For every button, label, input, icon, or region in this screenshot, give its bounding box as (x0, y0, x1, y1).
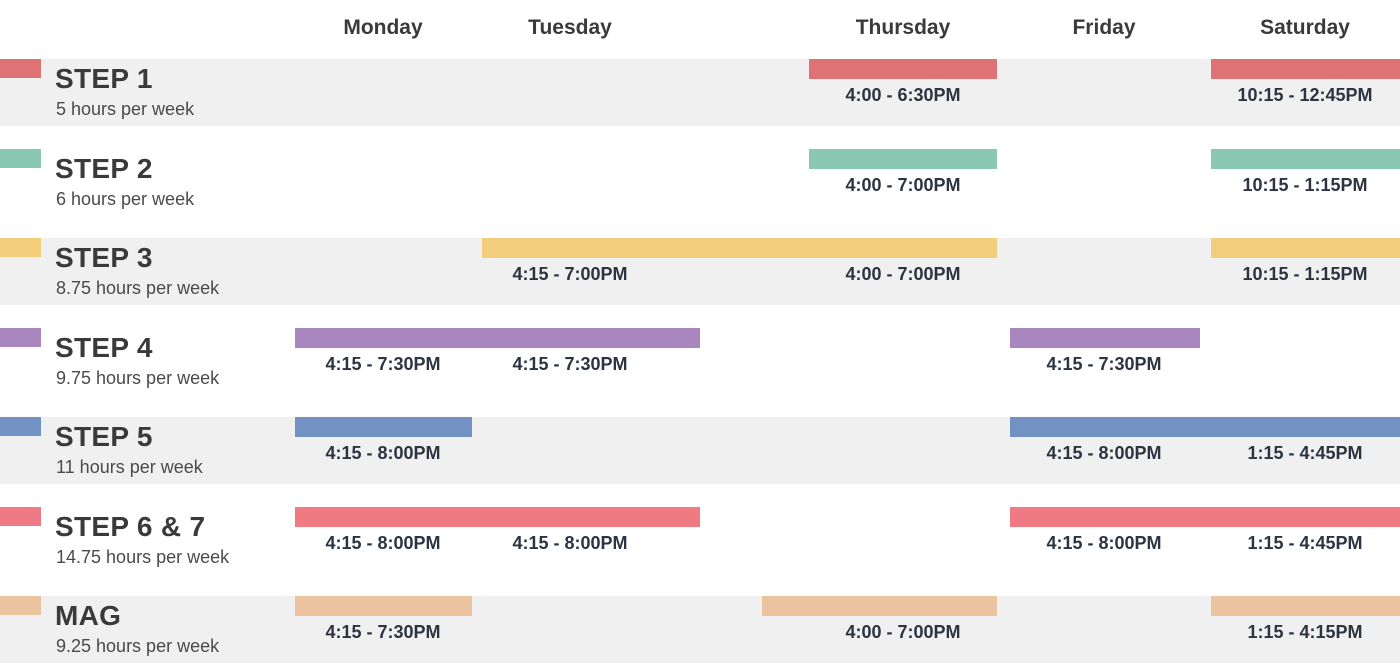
color-swatch (0, 327, 41, 347)
session-time-tuesday: 4:15 - 7:00PM (512, 264, 628, 284)
session-time-saturday: 1:15 - 4:45PM (1247, 443, 1363, 463)
session-bar (1211, 596, 1400, 616)
color-swatch (0, 238, 41, 257)
session-time-saturday: 10:15 - 1:15PM (1242, 264, 1368, 284)
color-swatch (0, 417, 41, 436)
session-time-saturday: 1:15 - 4:45PM (1247, 532, 1363, 553)
step-hours: 9.75 hours per week (56, 367, 220, 388)
color-swatch (0, 148, 41, 168)
step-hours: 6 hours per week (56, 188, 195, 209)
session-time-tuesday: 4:15 - 8:00PM (512, 532, 628, 553)
session-bar (1211, 148, 1400, 169)
row-step-2 (0, 149, 1400, 216)
session-time-thursday: 4:00 - 6:30PM (845, 85, 961, 105)
color-swatch (0, 506, 41, 526)
step-hours: 14.75 hours per week (56, 546, 230, 567)
step-hours: 8.75 hours per week (56, 278, 220, 298)
session-bar (1211, 59, 1400, 79)
session-time-monday: 4:15 - 7:30PM (325, 353, 441, 374)
step-title: STEP 2 (55, 152, 153, 184)
session-bar (1211, 238, 1400, 258)
session-time-tuesday: 4:15 - 7:30PM (512, 353, 628, 374)
day-header-monday: Monday (343, 16, 423, 39)
color-swatch (0, 59, 41, 78)
session-bar (809, 59, 997, 79)
step-title: STEP 6 & 7 (55, 510, 206, 542)
session-time-saturday: 1:15 - 4:15PM (1247, 622, 1363, 642)
step-title: STEP 3 (55, 242, 153, 273)
session-bar (762, 596, 997, 616)
session-bar (1010, 417, 1400, 437)
session-time-thursday: 4:00 - 7:00PM (845, 622, 961, 642)
session-bar (1010, 327, 1200, 348)
session-time-thursday: 4:00 - 7:00PM (845, 264, 961, 284)
step-title: STEP 5 (55, 421, 153, 452)
session-time-monday: 4:15 - 8:00PM (325, 532, 441, 553)
session-time-friday: 4:15 - 7:30PM (1046, 353, 1162, 374)
day-header-tuesday: Tuesday (528, 16, 612, 39)
session-time-friday: 4:15 - 8:00PM (1046, 443, 1162, 463)
step-hours: 9.25 hours per week (56, 636, 220, 656)
session-bar (809, 148, 997, 169)
day-header-saturday: Saturday (1260, 16, 1350, 39)
session-bar (1010, 506, 1400, 527)
session-bar (295, 596, 472, 616)
session-time-saturday: 10:15 - 1:15PM (1242, 174, 1368, 195)
day-header-friday: Friday (1072, 16, 1136, 39)
session-bar (482, 238, 997, 258)
session-time-monday: 4:15 - 7:30PM (325, 622, 441, 642)
color-swatch (0, 596, 41, 615)
session-bar (295, 327, 700, 348)
step-title: STEP 1 (55, 63, 153, 94)
session-time-thursday: 4:00 - 7:00PM (845, 174, 961, 195)
step-hours: 11 hours per week (56, 457, 203, 477)
step-title: STEP 4 (55, 331, 153, 363)
session-time-saturday: 10:15 - 12:45PM (1237, 85, 1373, 105)
step-title: MAG (55, 600, 122, 631)
session-time-monday: 4:15 - 8:00PM (325, 443, 441, 463)
session-bar (295, 417, 472, 437)
row-step-1 (0, 59, 1400, 126)
step-hours: 5 hours per week (56, 99, 195, 119)
session-time-friday: 4:15 - 8:00PM (1046, 532, 1162, 553)
session-bar (295, 506, 700, 527)
day-header-thursday: Thursday (855, 16, 951, 39)
